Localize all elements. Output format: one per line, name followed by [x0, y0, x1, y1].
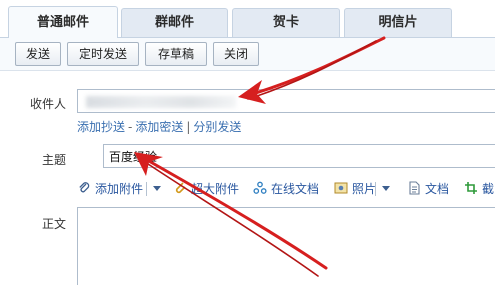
large-attachment-label: 超大附件 — [191, 182, 240, 196]
photos-divider — [375, 182, 376, 196]
tab-normal-mail[interactable]: 普通邮件 — [8, 6, 118, 38]
close-button[interactable]: 关闭 — [213, 42, 259, 66]
links-separator-bar: | — [186, 120, 191, 134]
online-docs-button[interactable]: 在线文档 — [253, 180, 319, 198]
send-button[interactable]: 发送 — [15, 42, 61, 66]
tab-group-mail[interactable]: 群邮件 — [121, 8, 228, 37]
documents-label: 文档 — [425, 182, 450, 196]
scheduled-send-button[interactable]: 定时发送 — [67, 42, 139, 66]
subject-input[interactable]: 百度经验 — [103, 144, 495, 168]
recipient-label: 收件人 — [30, 97, 67, 111]
photos-button[interactable]: 照片 — [334, 180, 376, 198]
screenshot-button[interactable]: 截 — [464, 180, 494, 198]
attachment-divider — [146, 182, 147, 196]
large-attachment-button[interactable]: 超大附件 — [173, 180, 239, 198]
add-bcc-link[interactable]: 添加密送 — [135, 120, 183, 134]
compose-toolbar: 发送 定时发送 存草稿 关闭 — [0, 37, 495, 71]
links-separator-dash: - — [128, 120, 133, 134]
screenshot-label: 截 — [482, 182, 495, 196]
subject-label: 主题 — [42, 153, 67, 167]
dropdown-caret-icon — [153, 186, 161, 191]
compose-mail-window: 普通邮件 群邮件 贺卡 明信片 发送 定时发送 存草稿 关闭 收件人 添加抄送 -… — [0, 0, 495, 285]
document-icon — [409, 181, 420, 195]
online-docs-icon — [253, 181, 267, 194]
photo-icon — [334, 182, 348, 194]
body-editor[interactable] — [77, 207, 495, 285]
add-attachment-dropdown[interactable] — [149, 180, 161, 198]
photos-label: 照片 — [352, 182, 377, 196]
online-docs-label: 在线文档 — [271, 182, 320, 196]
tab-postcard[interactable]: 明信片 — [344, 8, 452, 37]
add-attachment-label: 添加附件 — [95, 182, 144, 196]
recipient-input[interactable] — [77, 89, 495, 113]
save-draft-button[interactable]: 存草稿 — [145, 42, 207, 66]
tab-greeting-card[interactable]: 贺卡 — [232, 8, 340, 37]
photos-dropdown[interactable] — [378, 180, 390, 198]
subject-value: 百度经验 — [109, 150, 158, 164]
documents-button[interactable]: 文档 — [407, 180, 449, 198]
paperclip-icon — [79, 182, 90, 193]
screenshot-icon — [465, 182, 477, 194]
recipient-links: 添加抄送 - 添加密送 | 分别发送 — [77, 118, 241, 135]
body-label: 正文 — [42, 217, 67, 231]
recipient-value-obscured — [86, 96, 236, 108]
add-attachment-button[interactable]: 添加附件 — [77, 180, 143, 198]
compose-form: 收件人 添加抄送 - 添加密送 | 分别发送 主题 百度经验 添加附件 超大附件 在线文… — [0, 71, 495, 285]
add-cc-link[interactable]: 添加抄送 — [77, 120, 125, 134]
compose-type-tabs: 普通邮件 群邮件 贺卡 明信片 — [0, 0, 495, 38]
dropdown-caret-icon — [382, 186, 390, 191]
separate-send-link[interactable]: 分别发送 — [193, 120, 241, 134]
large-attachment-icon — [175, 182, 186, 194]
